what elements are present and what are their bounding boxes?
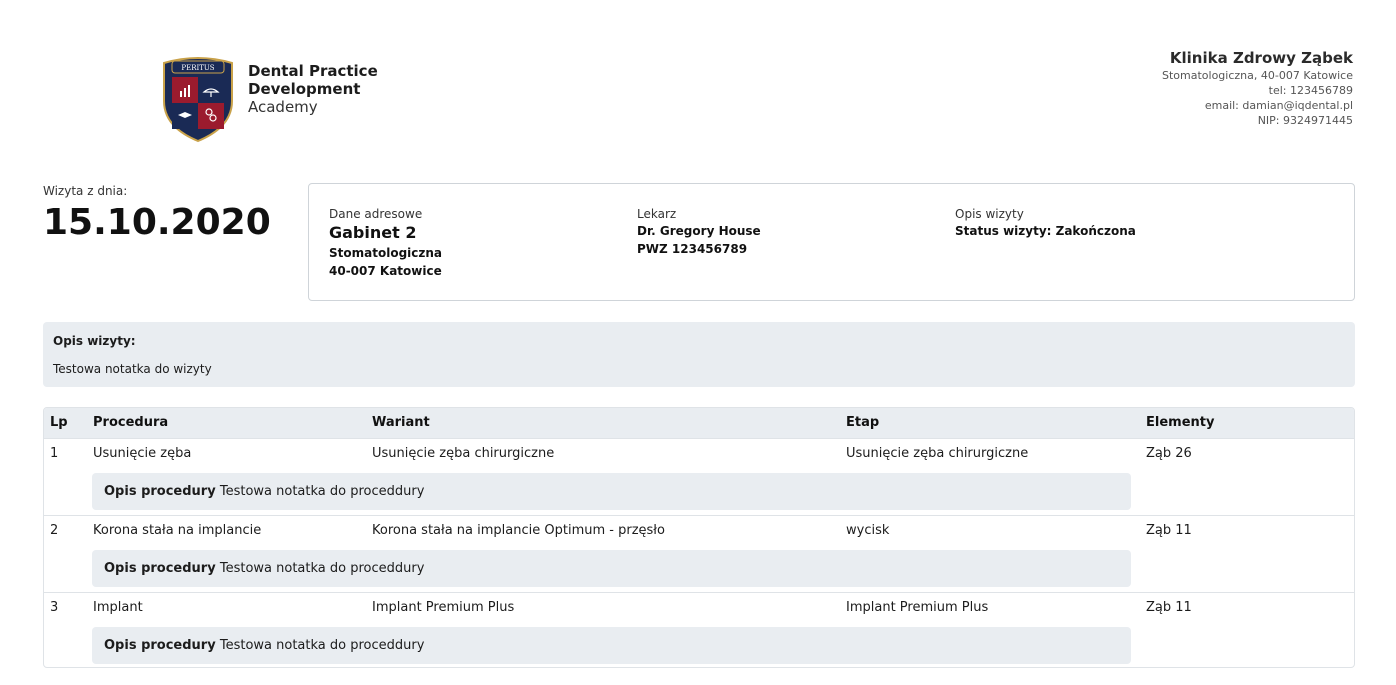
header-variant: Wariant [372, 415, 430, 430]
row-procedure: Korona stała na implancie [93, 523, 262, 538]
row-stage: Implant Premium Plus [846, 600, 989, 615]
clinic-email: email: damian@iqdental.pl [1204, 99, 1353, 112]
office-city: 40-007 Katowice [329, 264, 442, 278]
row-procedure: Implant [93, 600, 143, 615]
visit-status: Status wizyty: Zakończona [955, 224, 1136, 238]
clinic-address: Stomatologiczna, 40-007 Katowice [1161, 69, 1353, 82]
procedure-description-label: Opis procedury [104, 484, 216, 499]
logo-line-3: Academy [248, 98, 318, 116]
row-lp: 1 [50, 446, 59, 461]
doctor-pwz: PWZ 123456789 [637, 242, 748, 256]
table-row: 2 Korona stała na implancie Korona stała… [44, 515, 1354, 592]
address-column: Dane adresowe Gabinet 2 Stomatologiczna … [329, 206, 442, 280]
doctor-label: Lekarz [637, 207, 677, 221]
row-variant: Usunięcie zęba chirurgiczne [372, 446, 555, 461]
row-stage: Usunięcie zęba chirurgiczne [846, 446, 1029, 461]
table-header: Lp Procedura Wariant Etap Elementy [44, 408, 1354, 438]
description-label: Opis wizyty [955, 207, 1024, 221]
doctor-column: Lekarz Dr. Gregory House PWZ 123456789 [637, 206, 761, 258]
visit-note: Opis wizyty: Testowa notatka do wizyty [43, 322, 1355, 387]
clinic-tel: tel: 123456789 [1268, 84, 1353, 97]
header-stage: Etap [846, 415, 880, 430]
table-row: 3 Implant Implant Premium Plus Implant P… [44, 592, 1354, 667]
office-name: Gabinet 2 [329, 223, 417, 242]
row-procedure: Usunięcie zęba [93, 446, 192, 461]
procedure-description: Opis procedury Testowa notatka do proced… [92, 473, 1131, 510]
address-label: Dane adresowe [329, 207, 423, 221]
procedure-description: Opis procedury Testowa notatka do proced… [92, 627, 1131, 664]
procedure-description-text: Testowa notatka do proceddury [219, 484, 425, 499]
header-procedure: Procedura [93, 415, 169, 430]
row-lp: 2 [50, 523, 59, 538]
visit-note-title: Opis wizyty: [53, 334, 136, 348]
logo-line-1: Dental Practice [248, 62, 378, 80]
row-variant: Implant Premium Plus [372, 600, 515, 615]
header-lp: Lp [50, 415, 68, 430]
procedure-description-label: Opis procedury [104, 561, 216, 576]
visit-date: 15.10.2020 [43, 202, 271, 243]
procedures-table: Lp Procedura Wariant Etap Elementy 1 Usu… [43, 407, 1355, 668]
clinic-info: Klinika Zdrowy Ząbek Stomatologiczna, 40… [1162, 48, 1353, 128]
clinic-name: Klinika Zdrowy Ząbek [1169, 49, 1353, 67]
clinic-nip: NIP: 9324971445 [1257, 114, 1353, 127]
procedure-description: Opis procedury Testowa notatka do proced… [92, 550, 1131, 587]
shield-logo-icon: PERITUS [163, 57, 233, 143]
row-elements: Ząb 11 [1146, 600, 1192, 615]
row-stage: wycisk [846, 523, 890, 538]
procedure-description-text: Testowa notatka do proceddury [219, 638, 425, 653]
shield-logo-text: PERITUS [181, 64, 214, 72]
procedure-description-text: Testowa notatka do proceddury [219, 561, 425, 576]
visit-info-box: Dane adresowe Gabinet 2 Stomatologiczna … [308, 183, 1355, 301]
office-street: Stomatologiczna [329, 246, 443, 260]
row-elements: Ząb 11 [1146, 523, 1192, 538]
visit-date-block: Wizyta z dnia: 15.10.2020 [43, 184, 271, 243]
visit-note-text: Testowa notatka do wizyty [53, 362, 212, 376]
academy-logo: PERITUS Dental Practice Development Acad… [160, 55, 378, 143]
description-column: Opis wizyty Status wizyty: Zakończona [955, 206, 1136, 240]
table-row: 1 Usunięcie zęba Usunięcie zęba chirurgi… [44, 438, 1354, 515]
row-elements: Ząb 26 [1146, 446, 1192, 461]
logo-line-2: Development [248, 80, 361, 98]
row-lp: 3 [50, 600, 59, 615]
doctor-name: Dr. Gregory House [637, 224, 761, 238]
visit-date-label: Wizyta z dnia: [43, 184, 128, 198]
procedure-description-label: Opis procedury [104, 638, 216, 653]
header-elements: Elementy [1146, 415, 1215, 430]
row-variant: Korona stała na implancie Optimum - przę… [372, 523, 665, 538]
